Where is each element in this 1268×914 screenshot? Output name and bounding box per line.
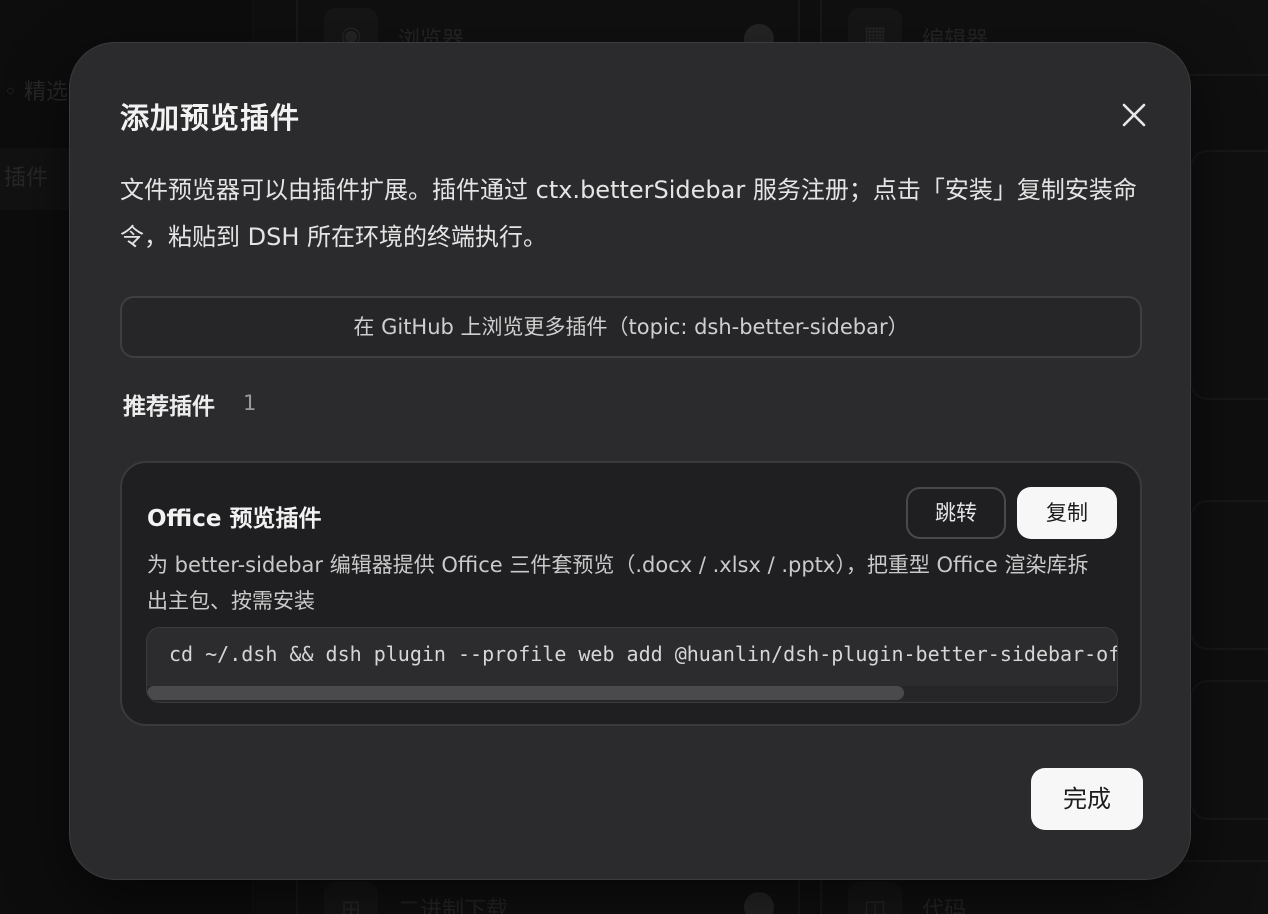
- jump-button[interactable]: 跳转: [906, 487, 1006, 539]
- command-scrollbar-thumb[interactable]: [147, 686, 904, 700]
- plugin-description: 为 better-sidebar 编辑器提供 Office 三件套预览（.doc…: [147, 553, 1089, 613]
- plugin-card-office: Office 预览插件 跳转 复制 为 better-sidebar 编辑器提供…: [120, 461, 1142, 726]
- done-button[interactable]: 完成: [1031, 768, 1143, 830]
- copy-button[interactable]: 复制: [1017, 487, 1117, 539]
- close-icon: [1122, 103, 1146, 127]
- browse-github-plugins-button[interactable]: 在 GitHub 上浏览更多插件（topic: dsh-better-sideb…: [120, 296, 1142, 358]
- install-command-box[interactable]: cd ~/.dsh && dsh plugin --profile web ad…: [146, 627, 1118, 703]
- dialog-description: 文件预览器可以由插件扩展。插件通过 ctx.betterSidebar 服务注册…: [120, 176, 1137, 251]
- install-command-text[interactable]: cd ~/.dsh && dsh plugin --profile web ad…: [169, 642, 1117, 666]
- recommended-plugins-heading: 推荐插件: [123, 394, 215, 420]
- close-button[interactable]: [1116, 97, 1152, 133]
- dialog-title: 添加预览插件: [120, 101, 301, 135]
- add-preview-plugin-dialog: 添加预览插件 文件预览器可以由插件扩展。插件通过 ctx.betterSideb…: [69, 42, 1191, 880]
- plugin-name: Office 预览插件: [147, 506, 322, 532]
- recommended-plugins-count: 1: [243, 391, 257, 415]
